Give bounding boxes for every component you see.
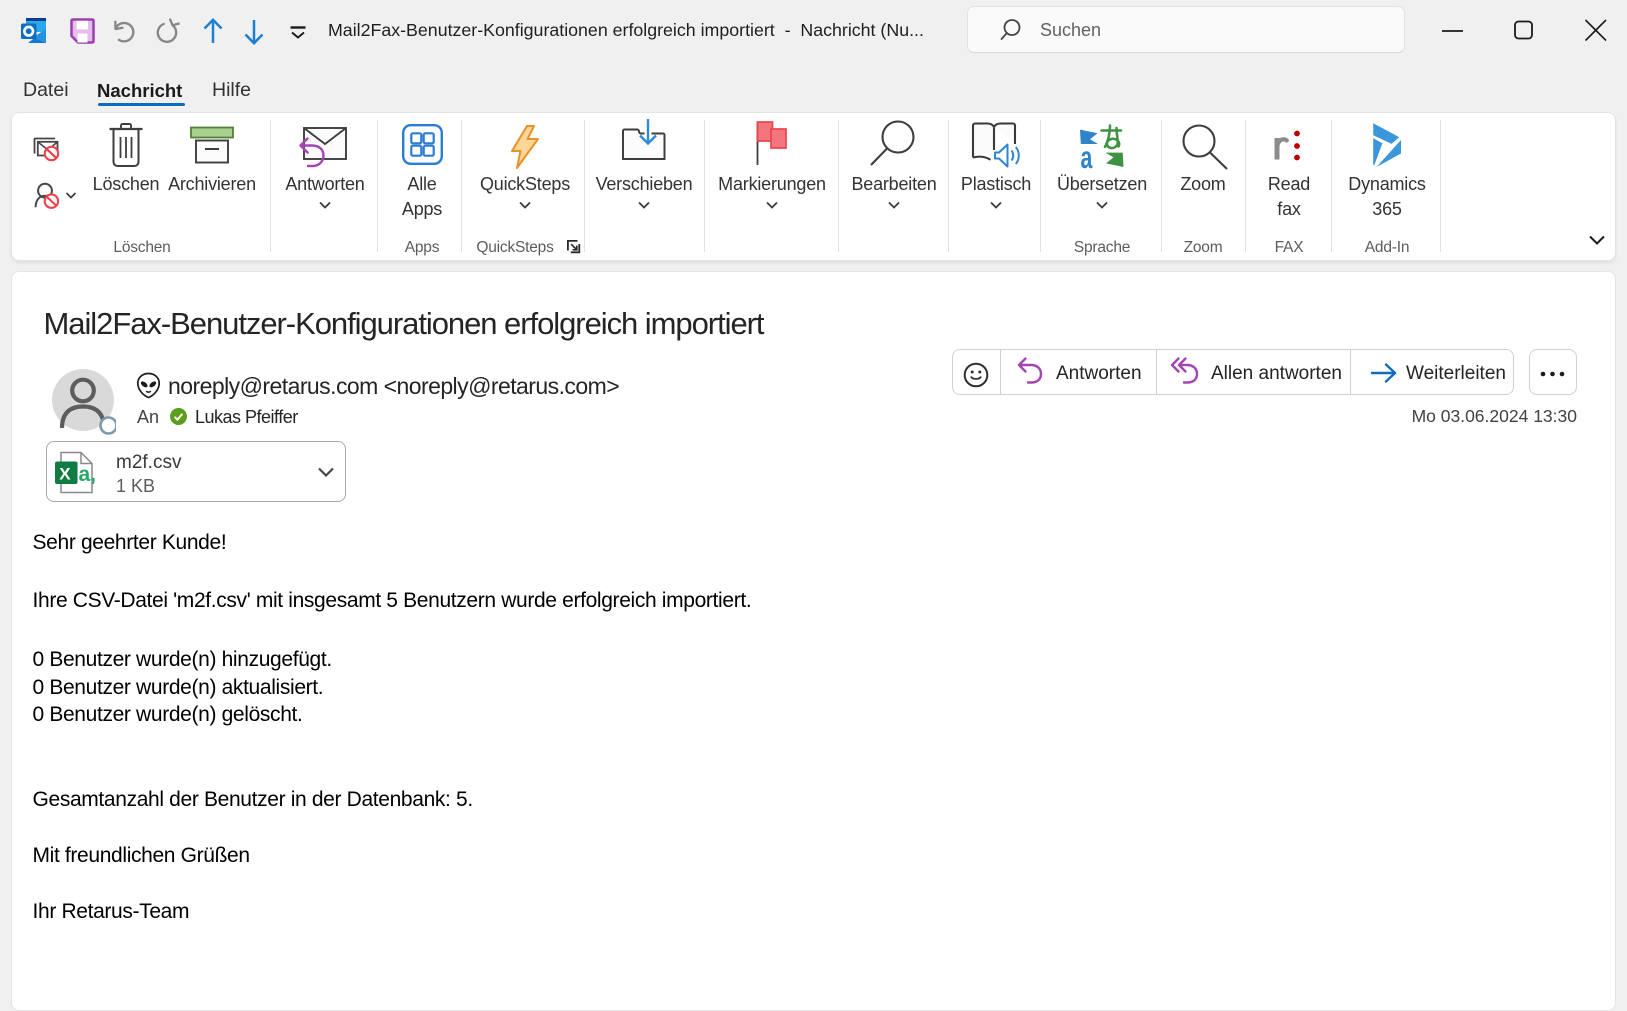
svg-text:a: a	[1081, 140, 1094, 170]
svg-text:X: X	[59, 465, 71, 484]
svg-text:a,: a,	[79, 463, 97, 486]
